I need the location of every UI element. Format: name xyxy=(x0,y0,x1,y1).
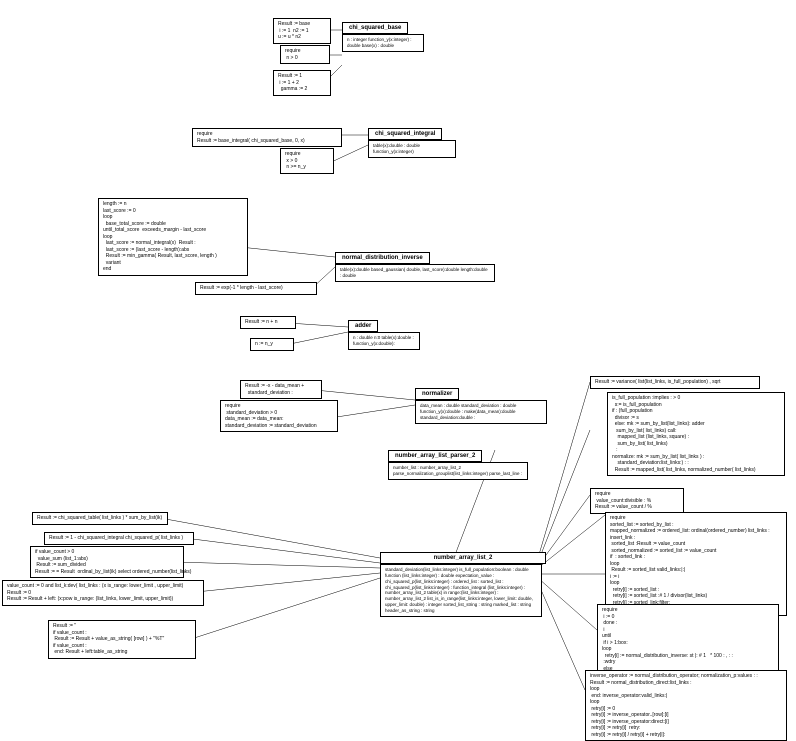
attrs-add: n : double n:0 table(x):double : functio… xyxy=(348,332,420,350)
attrs-ndi: table(x):double based_gaussian( double, … xyxy=(335,264,495,282)
note-left-5: Result := '' if value_count : Result := … xyxy=(48,620,196,659)
note-csb-3: Result := 1 i := 1 + 2 gamma := 2 xyxy=(273,70,331,96)
note-csb-1: Result := base i := 1 n2 := 1 u := u * n… xyxy=(273,18,331,44)
note-csi-2: require x > 0 n >= n_y xyxy=(280,148,334,174)
class-normalizer: normalizer xyxy=(415,388,459,400)
note-ndi-1: length := n last_score := 0 loop base_to… xyxy=(98,198,248,276)
note-add-1: Result := n + n xyxy=(240,316,296,329)
class-number-array-list-parser-2: number_array_list_parser_2 xyxy=(388,450,482,462)
note-csb-2: require n > 0 xyxy=(280,45,330,64)
attrs-csi: table(x):double : double function_y(x:in… xyxy=(368,140,456,158)
attrs-nal: standard_deviation(list_links:integer) i… xyxy=(380,564,542,617)
note-left-1: Result := chi_squared_table( list_links … xyxy=(32,512,168,525)
note-right-3: require value_count:divisible : % Result… xyxy=(590,488,684,514)
class-chi-squared-integral: chi_squared_integral xyxy=(368,128,442,140)
note-csi-1: require Result := base_integral( chi_squ… xyxy=(192,128,342,147)
attrs-nalp: number_list : number_array_list_2 parse_… xyxy=(388,462,528,480)
note-right-4: require sorted_list := sorted_by_list : … xyxy=(605,512,787,616)
note-left-3: if value_count > 0 value_sum (list_1:abs… xyxy=(30,546,184,578)
class-number-array-list-2: number_array_list_2 xyxy=(380,552,546,564)
class-normal-distribution-inverse: normal_distribution_inverse xyxy=(335,252,430,264)
attrs-norm: data_mean : double standard_deviation : … xyxy=(415,400,547,424)
note-right-2: is_full_population :implies : > 0 s:= is… xyxy=(607,392,785,476)
note-left-4: value_count := 0 and list_k:dev( list_li… xyxy=(2,580,204,606)
attrs-csb: n : integer function_y(x:integer) : doub… xyxy=(342,34,424,52)
class-adder: adder xyxy=(348,320,378,332)
note-norm-2: require standard_deviation > 0 data_mean… xyxy=(220,400,338,432)
note-left-2: Result := 1 - chi_squared_integral chi_s… xyxy=(44,532,194,545)
note-right-1: Result := variance( list(list_links, is_… xyxy=(590,376,760,389)
class-chi-squared-base: chi_squared_base xyxy=(342,22,408,34)
note-ndi-2: Result := exp(-1 * length - last_score) xyxy=(195,282,317,295)
note-add-2: n := n_y xyxy=(250,338,294,351)
note-norm-1: Result := -x - data_mean + standard_devi… xyxy=(240,380,322,399)
note-right-6: inverse_operator := normal_distribution_… xyxy=(585,670,787,741)
